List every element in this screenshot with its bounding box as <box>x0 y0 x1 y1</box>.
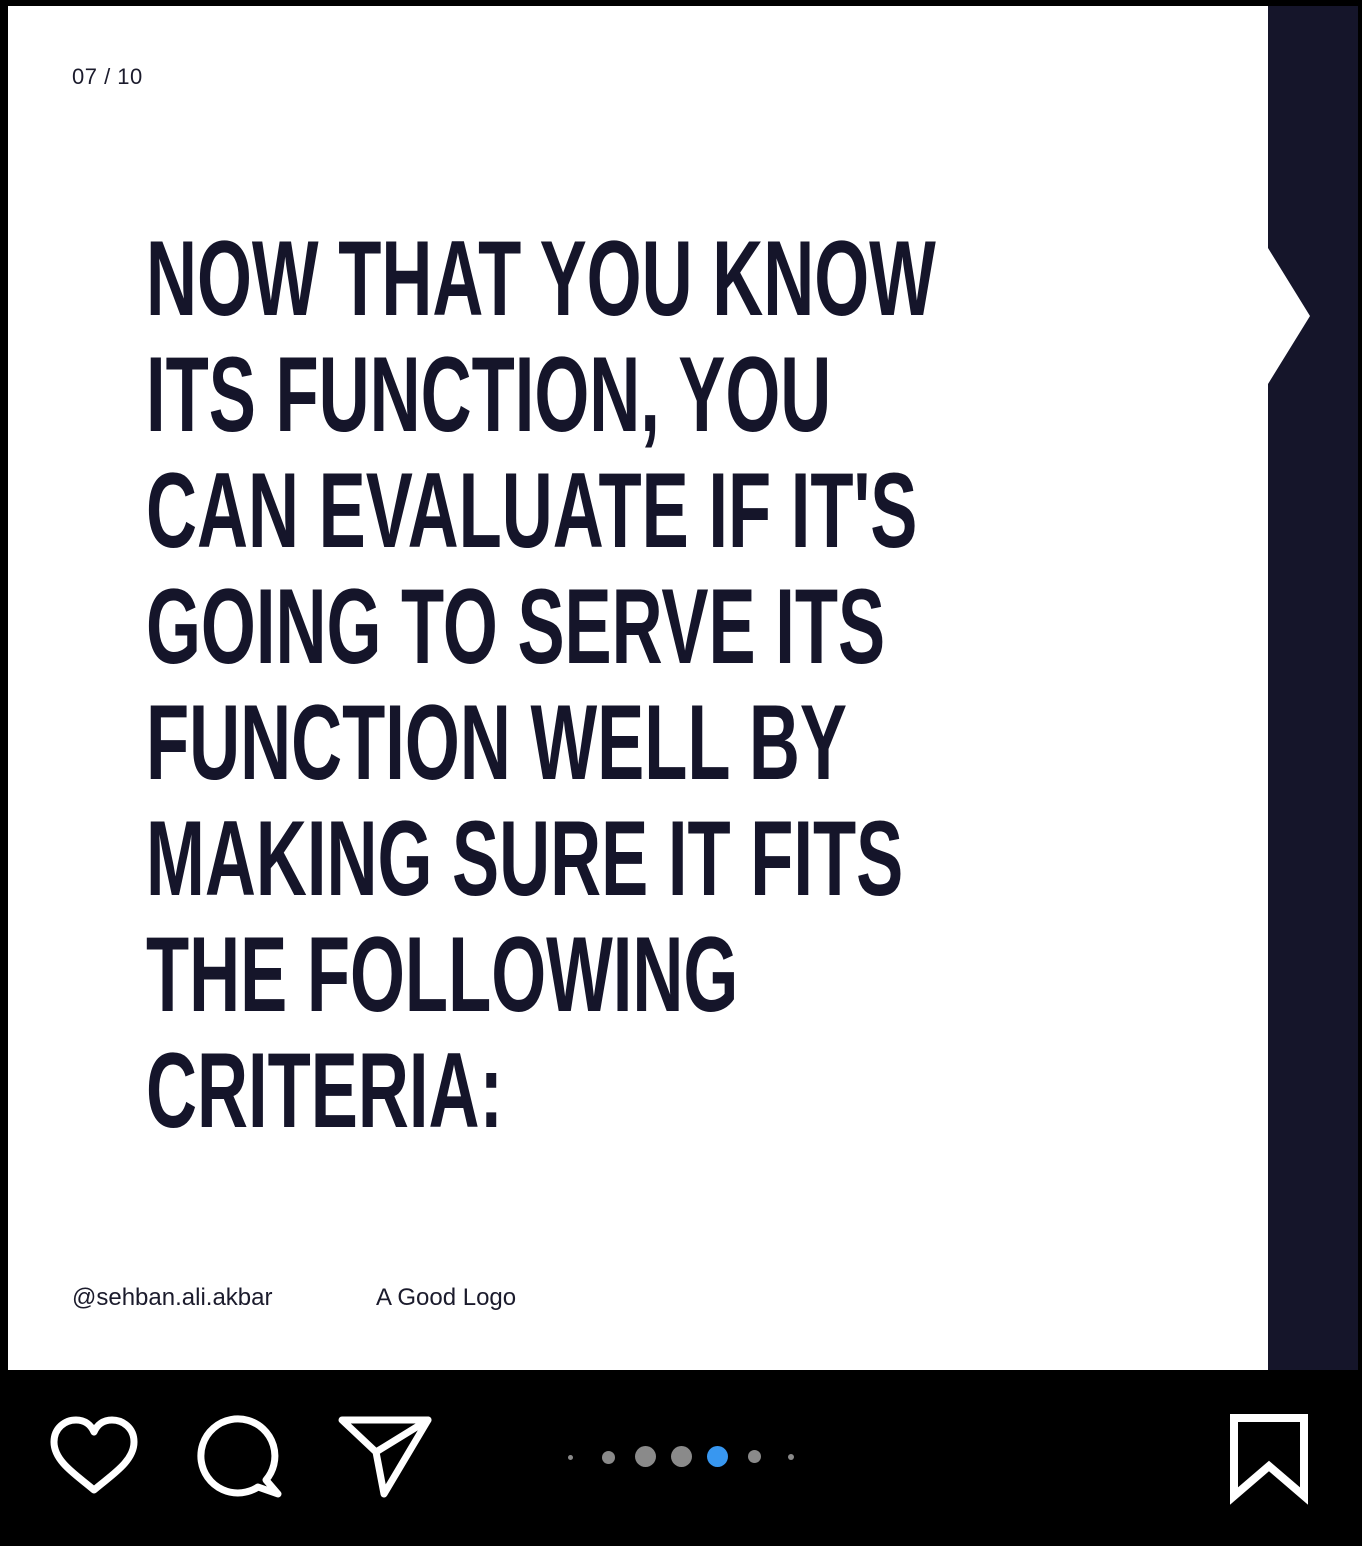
headline-line: GOING TO SERVE ITS <box>146 566 886 686</box>
comment-icon[interactable] <box>196 1414 286 1500</box>
carousel-dot <box>568 1455 573 1460</box>
headline-line: ITS FUNCTION, YOU <box>146 334 832 454</box>
side-band-decoration <box>1268 6 1358 1370</box>
send-icon[interactable] <box>336 1410 434 1500</box>
carousel-dot <box>788 1454 794 1460</box>
carousel-indicator <box>560 1444 810 1470</box>
headline: NOW THAT YOU KNOW ITS FUNCTION, YOU CAN … <box>146 220 936 1148</box>
heart-icon[interactable] <box>48 1414 140 1498</box>
headline-line: THE FOLLOWING <box>146 914 739 1034</box>
headline-line: NOW THAT YOU KNOW <box>146 218 936 338</box>
carousel-dot <box>748 1450 761 1463</box>
carousel-dot <box>602 1451 615 1464</box>
headline-line: MAKING SURE IT FITS <box>146 798 904 918</box>
carousel-dot <box>635 1446 656 1467</box>
carousel-dot-active <box>707 1446 728 1467</box>
brand-name: A Good Logo <box>376 1284 517 1311</box>
bookmark-icon[interactable] <box>1226 1410 1312 1506</box>
headline-line: FUNCTION WELL BY <box>146 682 847 802</box>
slide-counter: 07 / 10 <box>72 64 143 89</box>
carousel-dot <box>671 1446 692 1467</box>
headline-line: CRITERIA: <box>146 1030 503 1150</box>
post-card: 07 / 10 NOW THAT YOU KNOW ITS FUNCTION, … <box>8 6 1358 1370</box>
headline-line: CAN EVALUATE IF IT'S <box>146 450 918 570</box>
author-handle: @sehban.ali.akbar <box>72 1284 273 1311</box>
